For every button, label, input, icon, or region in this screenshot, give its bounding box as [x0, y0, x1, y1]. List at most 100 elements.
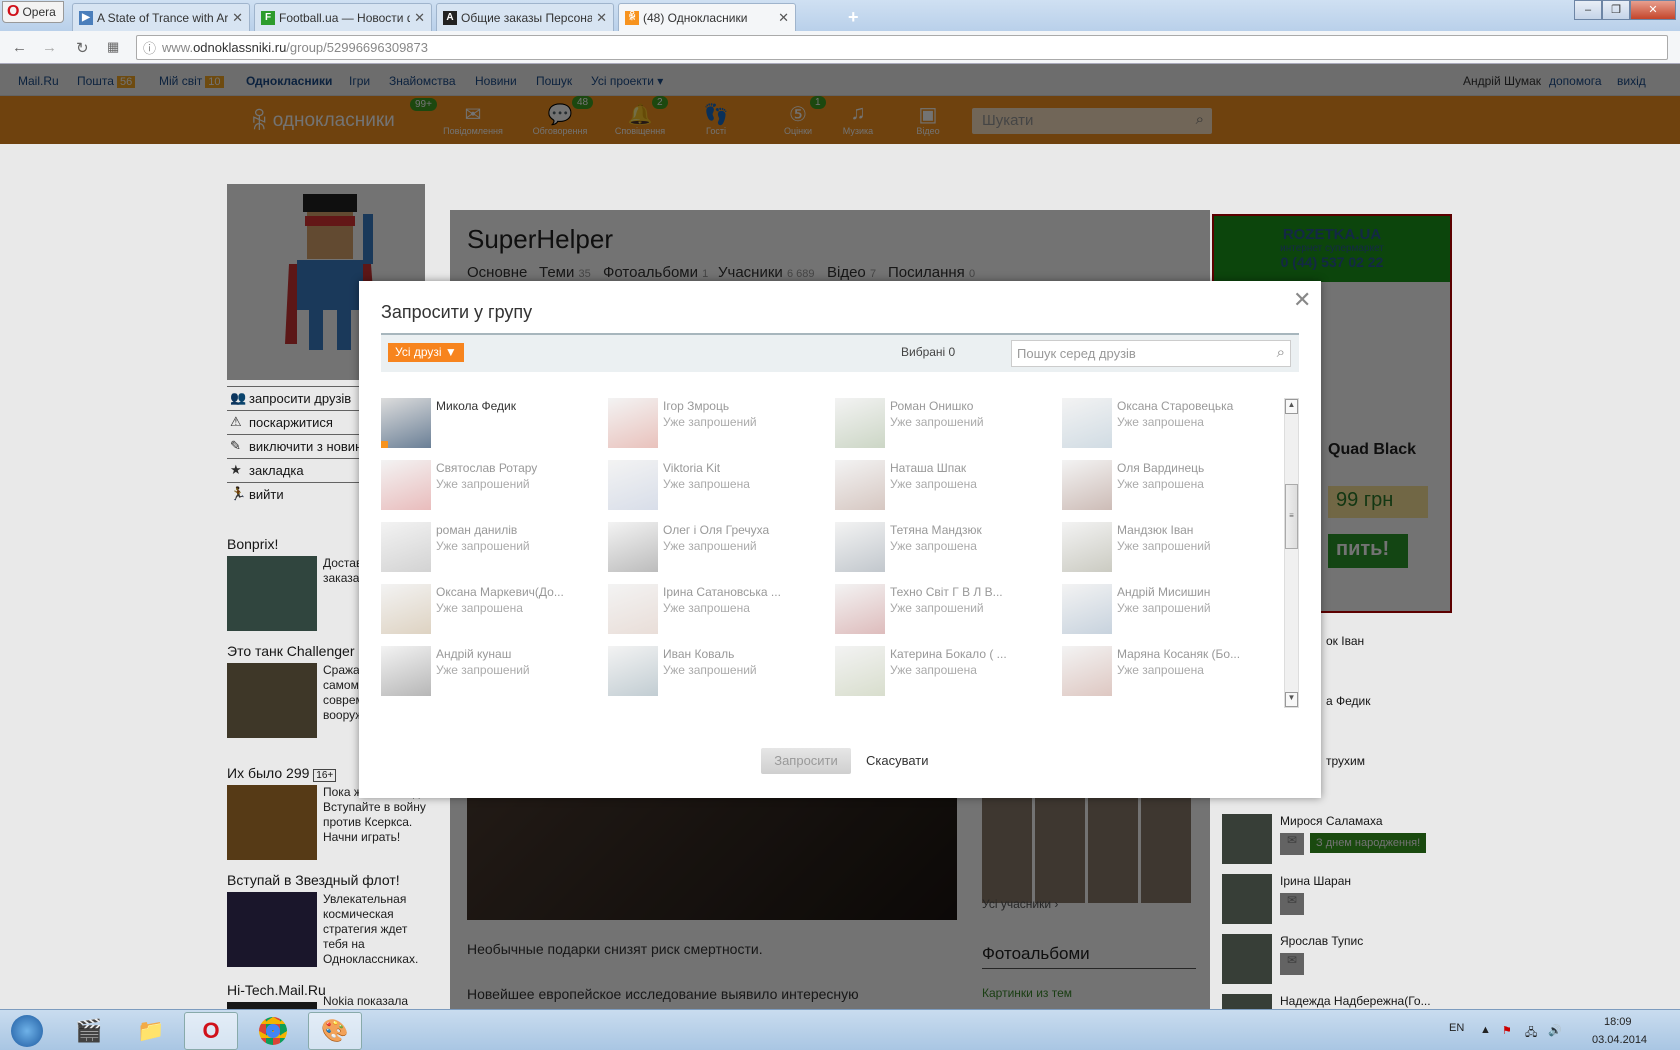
friend-item[interactable]: Наташа Шпак Уже запрошена: [835, 460, 1055, 512]
all-members-link[interactable]: Усі учасники ›: [982, 897, 1058, 911]
group-tab[interactable]: Учасники 6 689: [718, 264, 815, 281]
post-title[interactable]: Необычные подарки снизят риск смертности…: [467, 941, 763, 957]
toolbar-0[interactable]: ✉ Повідомлення: [435, 102, 511, 136]
friend-item[interactable]: Техно Світ Г В Л В... Уже запрошений: [835, 584, 1055, 636]
buy-button[interactable]: пить!: [1328, 534, 1408, 568]
members-photo-grid[interactable]: [982, 795, 1192, 903]
ad-image[interactable]: [227, 785, 317, 860]
group-tab[interactable]: Фотоальбоми 1: [603, 264, 708, 281]
language-indicator[interactable]: EN: [1449, 1022, 1464, 1034]
friend-item[interactable]: Мандзюк Іван Уже запрошений: [1062, 522, 1281, 574]
album-link[interactable]: Картинки из тем: [982, 986, 1072, 1000]
link-odnoklassniki[interactable]: Однокласники: [246, 74, 332, 88]
member-name[interactable]: трухим: [1326, 754, 1365, 768]
scroll-down-icon[interactable]: ▼: [1285, 692, 1298, 707]
friend-item[interactable]: Тетяна Мандзюк Уже запрошена: [835, 522, 1055, 574]
logout-link[interactable]: вихід: [1617, 74, 1646, 88]
ad-title[interactable]: Их было 299 16+: [227, 765, 337, 782]
message-icon[interactable]: ✉: [1280, 833, 1304, 855]
link-mailru[interactable]: Mail.Ru: [18, 74, 59, 88]
toolbar-1[interactable]: 💬 Обговорення 48: [522, 96, 598, 136]
group-tab[interactable]: Теми 35: [539, 264, 591, 281]
ad-text[interactable]: Увлекательная космическая стратегия ждет…: [323, 892, 433, 967]
friend-item[interactable]: Святослав Ротару Уже запрошений: [381, 460, 601, 512]
member-name[interactable]: Мирося Саламаха: [1280, 814, 1383, 828]
volume-icon[interactable]: 🔊: [1548, 1024, 1562, 1037]
message-icon[interactable]: ✉: [1280, 893, 1304, 915]
ad-image[interactable]: [227, 663, 317, 738]
friend-item[interactable]: Оля Вардинець Уже запрошена: [1062, 460, 1281, 512]
media-player-icon[interactable]: 🎬: [62, 1012, 116, 1050]
network-icon[interactable]: 🖧: [1525, 1024, 1537, 1043]
toolbar-6[interactable]: ▣ Відео: [890, 102, 966, 136]
search-icon[interactable]: ⌕: [1277, 344, 1285, 361]
birthday-button[interactable]: З днем народження!: [1310, 833, 1427, 853]
action-center-icon[interactable]: ⚑: [1502, 1024, 1512, 1037]
friend-item[interactable]: Андрій Мисишин Уже запрошений: [1062, 584, 1281, 636]
post-image[interactable]: [467, 794, 957, 920]
friend-search-input[interactable]: Пошук серед друзів ⌕: [1011, 340, 1291, 367]
start-button[interactable]: [0, 1012, 54, 1050]
clock-time[interactable]: 18:09: [1604, 1016, 1632, 1028]
toolbar-2[interactable]: 🔔 Сповіщення 2: [602, 96, 678, 136]
clock-date[interactable]: 03.04.2014: [1592, 1034, 1647, 1046]
message-icon[interactable]: ✉: [1280, 953, 1304, 975]
explorer-icon[interactable]: 📁: [124, 1012, 178, 1050]
search-icon[interactable]: ⌕: [1196, 111, 1204, 128]
member-avatar[interactable]: [1222, 874, 1272, 924]
friend-item[interactable]: Оксана Маркевич(До... Уже запрошена: [381, 584, 601, 636]
scroll-thumb[interactable]: ≡: [1285, 484, 1298, 549]
close-icon[interactable]: ✕: [1293, 287, 1311, 313]
group-tab[interactable]: Відео 7: [827, 264, 876, 281]
friend-item[interactable]: Viktoria Kit Уже запрошена: [608, 460, 828, 512]
member-name[interactable]: ок Іван: [1326, 634, 1364, 648]
friend-item[interactable]: Андрій кунаш Уже запрошений: [381, 646, 601, 698]
ad-title[interactable]: Bonprix!: [227, 536, 278, 552]
show-hidden-icons[interactable]: ▲: [1480, 1024, 1491, 1036]
toolbar-3[interactable]: 👣 Гості: [678, 102, 754, 136]
invite-button[interactable]: Запросити: [761, 748, 851, 774]
ad-image[interactable]: [227, 892, 317, 967]
scroll-up-icon[interactable]: ▲: [1285, 399, 1298, 414]
opera-taskbar-icon[interactable]: O: [184, 1012, 238, 1050]
friends-scrollbar[interactable]: ▲ ≡ ▼: [1284, 398, 1299, 708]
group-tab[interactable]: Основне: [467, 264, 527, 281]
link-games[interactable]: Ігри: [349, 74, 370, 88]
friend-item[interactable]: Катерина Бокало ( ... Уже запрошена: [835, 646, 1055, 698]
friend-item[interactable]: Роман Онишко Уже запрошений: [835, 398, 1055, 450]
paint-icon[interactable]: 🎨: [308, 1012, 362, 1050]
friend-item[interactable]: Иван Коваль Уже запрошений: [608, 646, 828, 698]
member-name[interactable]: Ірина Шаран: [1280, 874, 1351, 888]
chrome-icon[interactable]: [246, 1012, 300, 1050]
ad-title[interactable]: Это танк Challenger: [227, 643, 355, 659]
ad-image[interactable]: [227, 556, 317, 631]
member-name[interactable]: Ярослав Тупис: [1280, 934, 1363, 948]
link-dating[interactable]: Знайомства: [389, 74, 456, 88]
member-avatar[interactable]: [1222, 934, 1272, 984]
friend-item[interactable]: Ірина Сатановська ... Уже запрошена: [608, 584, 828, 636]
toolbar-5[interactable]: ♫ Музика: [820, 102, 896, 136]
friend-item[interactable]: Оксана Старовецька Уже запрошена: [1062, 398, 1281, 450]
ad-title[interactable]: Вступай в Звездный флот!: [227, 872, 400, 888]
ok-search-input[interactable]: Шукати ⌕: [972, 108, 1212, 134]
member-name[interactable]: Надежда Надбережна(Го...: [1280, 994, 1431, 1008]
link-news[interactable]: Новини: [475, 74, 517, 88]
help-link[interactable]: допомога: [1549, 74, 1602, 88]
link-mail[interactable]: Пошта 56: [77, 74, 136, 88]
member-name[interactable]: а Федик: [1326, 694, 1371, 708]
friend-item[interactable]: Ігор Змроць Уже запрошений: [608, 398, 828, 450]
cancel-button[interactable]: Скасувати: [866, 753, 929, 768]
member-avatar[interactable]: [1222, 814, 1272, 864]
link-my-world[interactable]: Мій світ 10: [159, 74, 224, 88]
ad-text[interactable]: Nokia показала: [323, 994, 433, 1009]
friend-item[interactable]: Маряна Косаняк (Бо... Уже запрошена: [1062, 646, 1281, 698]
ad-title[interactable]: Hi-Tech.Mail.Ru: [227, 982, 326, 998]
friends-filter-dropdown[interactable]: Усі друзі ▼: [388, 343, 464, 362]
link-search[interactable]: Пошук: [536, 74, 572, 88]
friend-item[interactable]: Олег і Оля Гречуха Уже запрошений: [608, 522, 828, 574]
friend-item[interactable]: роман данилів Уже запрошений: [381, 522, 601, 574]
group-tab[interactable]: Посилання 0: [888, 264, 975, 281]
user-name[interactable]: Андрій Шумак: [1463, 74, 1541, 88]
ok-logo[interactable]: ꆜ однокласники 99+: [250, 98, 437, 137]
all-projects-dropdown[interactable]: Усі проекти ▾: [591, 74, 663, 88]
